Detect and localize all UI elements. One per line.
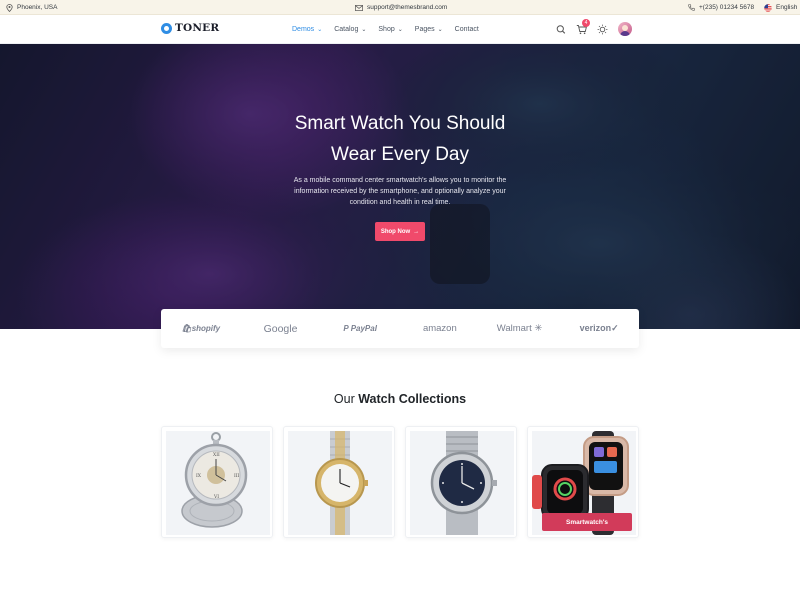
hero-title-line-2: Wear Every Day bbox=[331, 144, 469, 165]
nav-label[interactable]: Contact bbox=[455, 26, 479, 33]
location-text: Phoenix, USA bbox=[17, 4, 58, 11]
chevron-down-icon: ⌄ bbox=[361, 26, 367, 33]
brand-name[interactable]: TONER bbox=[175, 22, 219, 34]
map-pin-icon bbox=[6, 3, 13, 12]
brand-label: PayPal bbox=[350, 324, 377, 333]
paypal-icon: P bbox=[343, 324, 351, 333]
brand-shopify: 🛍shopify bbox=[161, 324, 241, 333]
mail-icon bbox=[355, 4, 363, 11]
hero-title-line-1: Smart Watch You Should bbox=[294, 113, 506, 134]
email-info[interactable]: support@themesbrand.com bbox=[355, 0, 447, 15]
brand-logo[interactable]: TONER bbox=[161, 22, 219, 34]
shopping-bag-icon: 🛍 bbox=[181, 324, 192, 333]
nav-label[interactable]: Shop bbox=[378, 26, 394, 33]
nav-item-contact[interactable]: Contact bbox=[455, 26, 479, 33]
shop-now-button[interactable]: Shop Now → bbox=[375, 222, 425, 241]
smartwatch-label[interactable]: Smartwatch's bbox=[566, 519, 608, 526]
svg-text:III: III bbox=[234, 473, 240, 479]
phone-icon bbox=[688, 4, 695, 11]
collections-title-bold: Watch Collections bbox=[358, 392, 467, 406]
collection-card-pocket-watch[interactable]: XII III VI IX bbox=[161, 426, 273, 538]
avatar-body bbox=[620, 31, 630, 36]
theme-toggle[interactable] bbox=[597, 15, 608, 44]
brand-logos-strip: 🛍shopify Google P PayPal amazon Walmart … bbox=[161, 309, 639, 348]
nav-menu: Demos ⌄ Catalog ⌄ Shop ⌄ Pages ⌄ Contact bbox=[292, 15, 479, 44]
email-text[interactable]: support@themesbrand.com bbox=[367, 4, 447, 11]
collections-title-prefix: Our bbox=[333, 392, 355, 406]
nav-label[interactable]: Demos bbox=[292, 26, 314, 33]
phone-text[interactable]: +(235) 01234 5678 bbox=[699, 4, 754, 11]
nav-label[interactable]: Pages bbox=[415, 26, 435, 33]
top-info-bar: Phoenix, USA support@themesbrand.com +(2… bbox=[0, 0, 800, 15]
logo-icon bbox=[161, 22, 172, 34]
svg-text:XII: XII bbox=[213, 452, 220, 458]
gold-silver-wristwatch-icon bbox=[315, 431, 368, 535]
nav-item-pages[interactable]: Pages ⌄ bbox=[415, 26, 443, 33]
collection-card-chronograph[interactable] bbox=[405, 426, 517, 538]
collection-card-wristwatch[interactable] bbox=[283, 426, 395, 538]
cart-count: 4 bbox=[584, 20, 588, 26]
spark-icon: ✳ bbox=[531, 323, 543, 334]
phone-info[interactable]: +(235) 01234 5678 bbox=[688, 0, 754, 15]
collection-card-smartwatch[interactable]: Smartwatch's bbox=[527, 426, 639, 538]
cart-button[interactable]: 4 bbox=[576, 15, 590, 44]
brand-paypal: P PayPal bbox=[320, 324, 400, 333]
brand-label: verizon bbox=[579, 323, 612, 333]
steel-chronograph-watch-icon bbox=[430, 431, 497, 535]
shop-now-label[interactable]: Shop Now bbox=[381, 229, 410, 235]
sun-icon bbox=[597, 24, 608, 35]
chevron-down-icon: ⌄ bbox=[317, 26, 323, 33]
search-button[interactable] bbox=[556, 15, 566, 44]
nav-label[interactable]: Catalog bbox=[334, 26, 358, 33]
arrow-right-icon: → bbox=[413, 228, 420, 235]
brand-amazon: amazon bbox=[422, 323, 457, 334]
us-flag-icon bbox=[764, 3, 772, 12]
main-navbar: TONER Demos ⌄ Catalog ⌄ Shop ⌄ Pages ⌄ Conta… bbox=[0, 15, 800, 44]
card-image[interactable]: Smartwatch's bbox=[532, 431, 636, 535]
nav-item-catalog[interactable]: Catalog ⌄ bbox=[334, 26, 366, 33]
brand-label: shopify bbox=[191, 324, 221, 333]
chevron-down-icon: ⌄ bbox=[437, 26, 443, 33]
hero-title: Smart Watch You Should Wear Every Day bbox=[250, 108, 550, 170]
svg-text:IX: IX bbox=[196, 473, 202, 479]
brand-google: Google bbox=[263, 322, 298, 335]
pocket-watch-icon: XII III VI IX bbox=[181, 432, 248, 528]
brand-label: Walmart bbox=[496, 323, 532, 334]
chevron-down-icon: ⌄ bbox=[397, 26, 403, 33]
brand-verizon: verizon✓ bbox=[559, 323, 639, 334]
cart-count-badge: 4 bbox=[582, 19, 590, 27]
language-label[interactable]: English bbox=[776, 4, 797, 11]
location-info: Phoenix, USA bbox=[6, 0, 57, 15]
card-image[interactable] bbox=[410, 431, 514, 535]
smartwatch-label-button[interactable]: Smartwatch's bbox=[542, 513, 632, 531]
brand-walmart: Walmart ✳ bbox=[480, 323, 560, 334]
collections-title: Our Watch Collections bbox=[0, 392, 800, 406]
check-icon: ✓ bbox=[611, 323, 619, 333]
nav-item-demos[interactable]: Demos ⌄ bbox=[292, 26, 322, 33]
hero-banner: Smart Watch You Should Wear Every Day As… bbox=[0, 44, 800, 329]
hero-description: As a mobile command center smartwatch's … bbox=[293, 177, 507, 206]
search-icon bbox=[556, 25, 566, 34]
avatar[interactable] bbox=[618, 22, 632, 36]
svg-text:VI: VI bbox=[213, 494, 219, 500]
card-image[interactable]: XII III VI IX bbox=[166, 431, 270, 535]
card-image[interactable] bbox=[288, 431, 392, 535]
language-selector[interactable]: English bbox=[764, 0, 797, 15]
nav-item-shop[interactable]: Shop ⌄ bbox=[378, 26, 402, 33]
